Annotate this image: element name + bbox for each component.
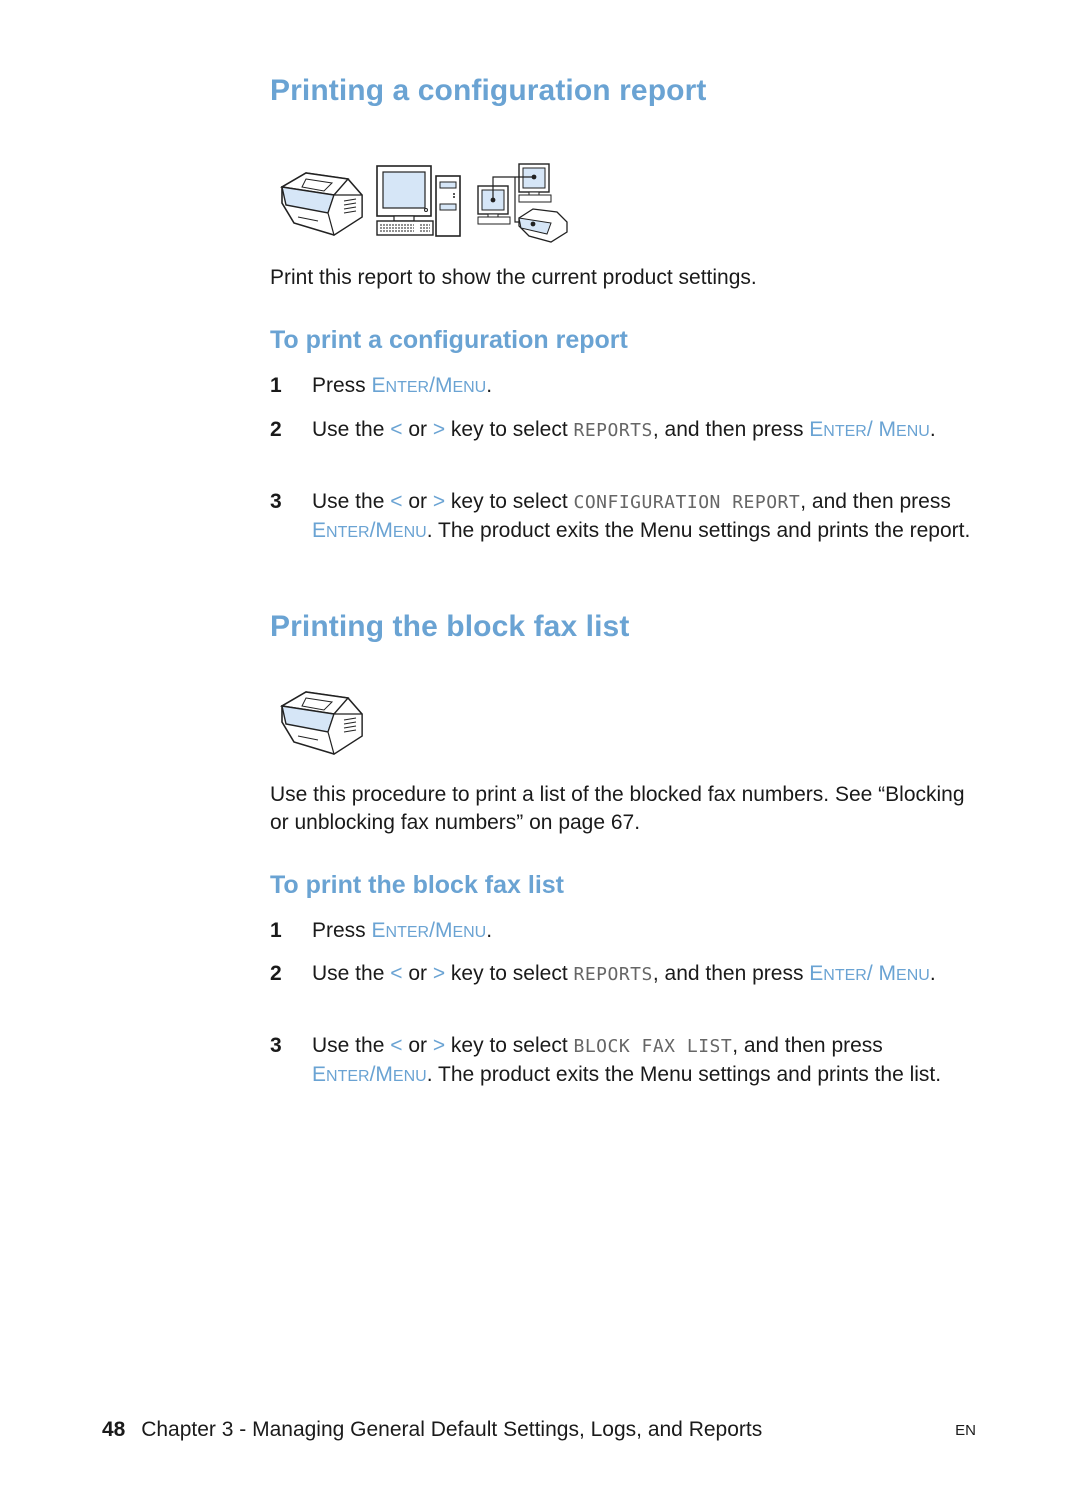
text: M	[878, 962, 897, 985]
network-icon	[477, 163, 568, 243]
text: Use the	[312, 490, 391, 513]
language-code: EN	[955, 1422, 976, 1439]
text: M	[434, 919, 453, 942]
text: NTER	[385, 924, 430, 941]
desktop-computer-icon	[376, 165, 461, 237]
text: ENU	[392, 524, 427, 541]
text: E	[312, 519, 327, 542]
step-text: Use the < or > key to select BLOCK FAX L…	[312, 1032, 972, 1091]
text: E	[312, 1063, 327, 1086]
enter-menu-key: ENTER/MENU	[372, 374, 487, 397]
text: M	[375, 1063, 393, 1086]
text: E	[809, 962, 824, 985]
text: ENU	[896, 423, 930, 440]
text: . The product exits the Menu settings an…	[426, 519, 971, 542]
text: .	[929, 418, 936, 441]
left-arrow-key: <	[390, 1034, 403, 1057]
enter-menu-key: ENTER/MENU	[312, 519, 427, 542]
text: or	[402, 418, 433, 441]
right-arrow-key: >	[432, 962, 446, 985]
step-number: 2	[270, 962, 282, 985]
section-title-block-fax-list: Printing the block fax list	[270, 610, 630, 643]
step-text: Use the < or > key to select CONFIGURATI…	[312, 488, 972, 547]
text: ENU	[896, 967, 930, 984]
step-number: 3	[270, 490, 282, 513]
text: , and then press	[652, 962, 810, 985]
right-arrow-key: >	[432, 1034, 446, 1057]
lcd-menu-item: REPORTS	[573, 420, 653, 441]
lcd-menu-item: CONFIGURATION REPORT	[573, 492, 801, 513]
text: Press	[312, 374, 372, 397]
text: , and then press	[800, 490, 951, 513]
text: NTER	[326, 524, 370, 541]
text: key to select	[445, 418, 574, 441]
text: NTER	[823, 967, 867, 984]
text: ENU	[452, 924, 487, 941]
text: M	[878, 418, 897, 441]
text: Use the	[312, 1034, 391, 1057]
text: E	[371, 919, 386, 942]
text: Use the	[312, 418, 391, 441]
text: NTER	[326, 1068, 370, 1085]
lcd-menu-item: BLOCK FAX LIST	[573, 1036, 733, 1057]
text: .	[486, 919, 493, 942]
fax-machine-icon	[279, 691, 363, 755]
page-footer: 48 Chapter 3 - Managing General Default …	[102, 1418, 982, 1442]
right-arrow-key: >	[432, 490, 446, 513]
text: . The product exits the Menu settings an…	[426, 1063, 942, 1086]
step-text: Press ENTER/MENU.	[312, 917, 972, 947]
text: M	[375, 519, 393, 542]
left-arrow-key: <	[390, 490, 403, 513]
text: key to select	[445, 962, 574, 985]
subtitle-to-print-configuration-report: To print a configuration report	[270, 326, 628, 354]
text: ENU	[392, 1068, 427, 1085]
right-arrow-key: >	[432, 418, 446, 441]
text: .	[486, 374, 493, 397]
section-title-configuration-report: Printing a configuration report	[270, 74, 707, 107]
left-arrow-key: <	[390, 418, 403, 441]
page-number: 48	[102, 1418, 126, 1441]
text: or	[402, 1034, 433, 1057]
text: key to select	[445, 490, 574, 513]
lcd-menu-item: REPORTS	[573, 964, 653, 985]
text: NTER	[385, 379, 430, 396]
text: ENU	[452, 379, 487, 396]
text: or	[402, 490, 433, 513]
text: , and then press	[732, 1034, 883, 1057]
text: E	[371, 374, 386, 397]
text: M	[434, 374, 453, 397]
text: Use the	[312, 962, 391, 985]
text: Press	[312, 919, 372, 942]
text: /	[866, 418, 873, 441]
left-arrow-key: <	[390, 962, 403, 985]
text: E	[809, 418, 824, 441]
section2-intro: Use this procedure to print a list of th…	[270, 783, 965, 834]
enter-menu-key: ENTER/ MENU	[809, 418, 930, 441]
step-text: Press ENTER/MENU.	[312, 372, 972, 402]
text: /	[866, 962, 873, 985]
step-text: Use the < or > key to select REPORTS, an…	[312, 416, 972, 446]
section1-intro: Print this report to show the current pr…	[270, 266, 757, 289]
subtitle-to-print-block-fax-list: To print the block fax list	[270, 871, 565, 899]
text: .	[929, 962, 936, 985]
chapter-title: Chapter 3 - Managing General Default Set…	[141, 1418, 763, 1441]
fax-machine-icon	[279, 172, 363, 236]
enter-menu-key: ENTER/ MENU	[809, 962, 930, 985]
text: , and then press	[652, 418, 810, 441]
step-number: 3	[270, 1034, 282, 1057]
text: or	[402, 962, 433, 985]
text: key to select	[445, 1034, 574, 1057]
text: NTER	[823, 423, 867, 440]
enter-menu-key: ENTER/MENU	[372, 919, 487, 942]
step-number: 1	[270, 919, 282, 942]
step-number: 1	[270, 374, 282, 397]
enter-menu-key: ENTER/MENU	[312, 1063, 427, 1086]
step-number: 2	[270, 418, 282, 441]
step-text: Use the < or > key to select REPORTS, an…	[312, 960, 972, 990]
